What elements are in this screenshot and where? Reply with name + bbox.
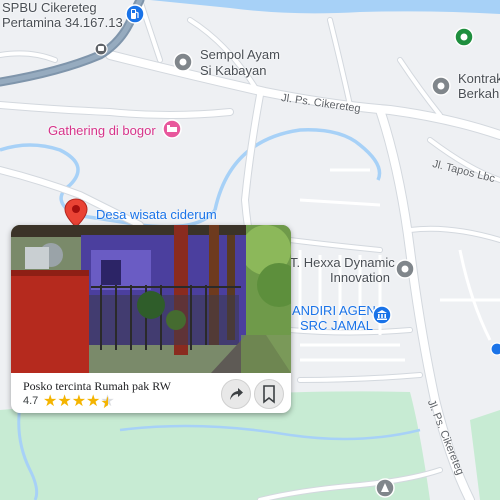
place-pin-icon-edge[interactable] (490, 342, 500, 356)
directions-button[interactable] (221, 379, 251, 409)
bank-icon[interactable] (372, 305, 392, 325)
star-icon: ★ (57, 393, 72, 410)
gathering-label[interactable]: Gathering di bogor (48, 123, 156, 139)
kontrak-label-line2[interactable]: Berkah (458, 86, 499, 102)
hexxa-label-line2[interactable]: Innovation (330, 270, 390, 286)
sempol-label-line1[interactable]: Sempol Ayam (200, 47, 280, 63)
place-photo[interactable] (11, 225, 291, 373)
spbu-label-line1[interactable]: SPBU Cikereteg (2, 0, 97, 16)
selected-location-pin-icon[interactable] (64, 198, 88, 228)
place-pin-icon[interactable] (173, 52, 193, 72)
agen-label-line2[interactable]: SRC JAMAL (300, 318, 373, 334)
star-icon: ★ (86, 393, 101, 410)
place-pin-icon-kontrak[interactable] (431, 76, 451, 96)
half-star-icon: ★ (100, 393, 114, 410)
lodging-icon[interactable] (162, 119, 182, 139)
desa-wisata-label[interactable]: Desa wisata ciderum (96, 207, 217, 223)
kontrak-label-line1[interactable]: Kontrak (458, 71, 500, 87)
gas-station-icon[interactable] (125, 4, 145, 24)
hexxa-label-line1[interactable]: T. Hexxa Dynamic (290, 255, 395, 271)
sempol-label-line2[interactable]: Si Kabayan (200, 63, 267, 79)
bus-stop-icon[interactable] (94, 42, 108, 56)
star-icon: ★ (43, 393, 58, 410)
directions-icon (230, 388, 243, 400)
star-icon: ★ (71, 393, 87, 410)
place-card[interactable]: Posko tercinta Rumah pak RW 4.7 ★★★★★ (11, 225, 291, 413)
rating-stars: ★★★★★ (43, 391, 115, 411)
save-button[interactable] (254, 379, 284, 409)
spbu-label-line2[interactable]: Pertamina 34.167.13 (2, 15, 123, 31)
bookmark-icon (263, 385, 275, 404)
landmark-icon[interactable] (375, 478, 395, 498)
agen-label-line1[interactable]: ANDIRI AGEN (292, 303, 376, 319)
place-rating: 4.7 (23, 395, 39, 407)
place-pin-icon-hexxa[interactable] (395, 259, 415, 279)
green-place-pin-icon[interactable] (454, 27, 474, 49)
